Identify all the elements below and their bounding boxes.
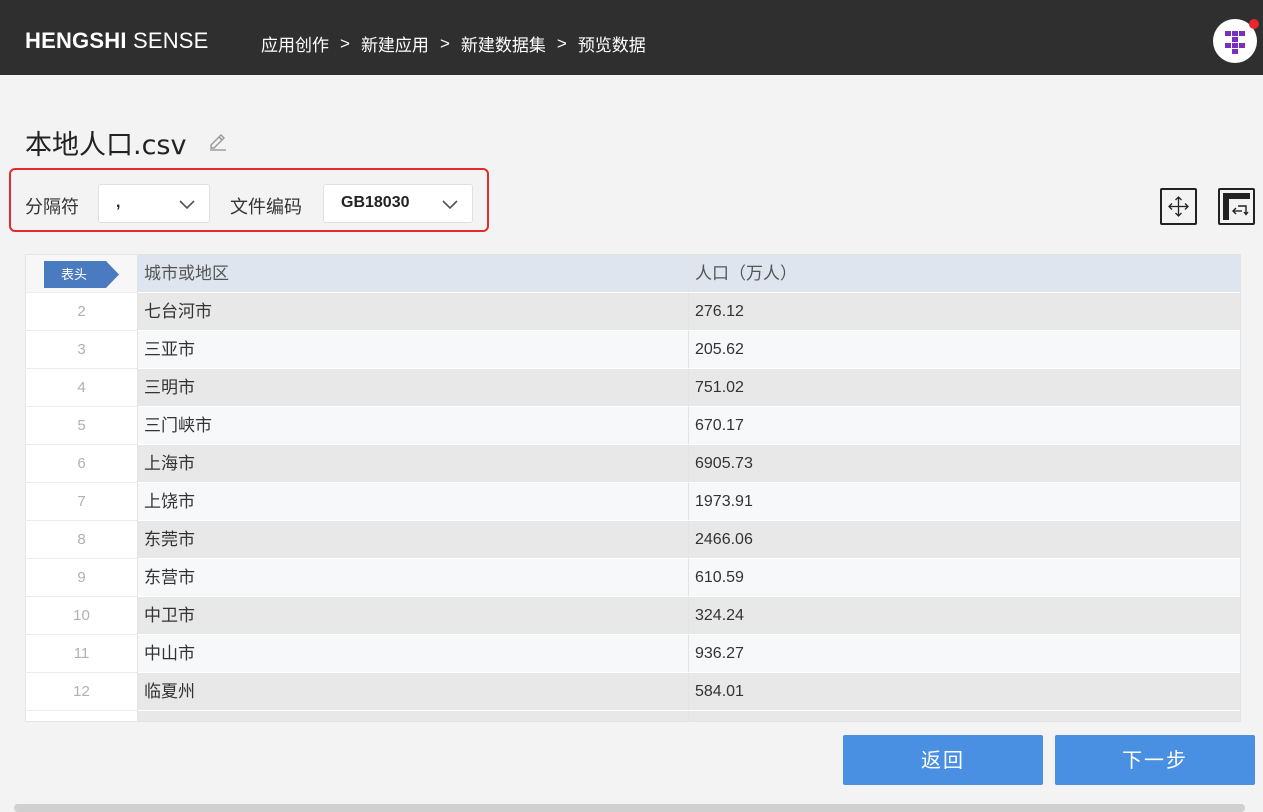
next-button[interactable]: 下一步 — [1055, 735, 1255, 785]
city-cell: 临夏州 — [138, 673, 689, 711]
population-cell: 1973.91 — [689, 483, 1240, 521]
chevron-down-icon — [442, 200, 458, 210]
table-cell-empty — [26, 711, 138, 721]
population-cell: 324.24 — [689, 597, 1240, 635]
breadcrumb: 应用创作 > 新建应用 > 新建数据集 > 预览数据 — [261, 31, 646, 57]
data-preview-table: 表头 城市或地区 人口（万人） 2 七台河市 276.12 3 三亚市 205.62 4 三明… — [25, 254, 1241, 722]
city-cell: 七台河市 — [138, 293, 689, 331]
breadcrumb-separator: > — [556, 33, 567, 53]
back-button[interactable]: 返回 — [843, 735, 1043, 785]
column-header[interactable]: 人口（万人） — [689, 255, 1240, 293]
population-cell: 584.01 — [689, 673, 1240, 711]
population-cell: 610.59 — [689, 559, 1240, 597]
population-cell: 205.62 — [689, 331, 1240, 369]
breadcrumb-item-app-creation[interactable]: 应用创作 — [261, 31, 329, 56]
table-row: 5 三门峡市 670.17 — [26, 407, 1240, 445]
city-cell: 中山市 — [138, 635, 689, 673]
population-cell: 6905.73 — [689, 445, 1240, 483]
notification-dot — [1249, 19, 1259, 29]
column-header[interactable]: 城市或地区 — [138, 255, 689, 293]
table-row: 12 临夏州 584.01 — [26, 673, 1240, 711]
row-number-cell: 3 — [26, 331, 138, 369]
city-cell: 三明市 — [138, 369, 689, 407]
row-number-cell: 9 — [26, 559, 138, 597]
edit-title-icon[interactable] — [207, 129, 229, 151]
table-row: 7 上饶市 1973.91 — [26, 483, 1240, 521]
row-number-cell: 4 — [26, 369, 138, 407]
delimiter-select[interactable]: , — [98, 184, 210, 223]
user-avatar[interactable] — [1213, 19, 1259, 63]
horizontal-scrollbar[interactable] — [14, 804, 1245, 812]
population-cell: 670.17 — [689, 407, 1240, 445]
encoding-label: 文件编码 — [230, 197, 302, 218]
delimiter-label: 分隔符 — [25, 197, 79, 218]
chevron-down-icon — [179, 200, 195, 210]
transpose-icon[interactable] — [1218, 188, 1255, 225]
table-row-partial — [26, 711, 1240, 721]
page-title: 本地人口.csv — [25, 130, 187, 161]
table-row: 3 三亚市 205.62 — [26, 331, 1240, 369]
row-number-cell: 12 — [26, 673, 138, 711]
population-cell: 751.02 — [689, 369, 1240, 407]
city-cell: 东营市 — [138, 559, 689, 597]
encoding-value: GB18030 — [341, 194, 410, 211]
table-header-row: 表头 城市或地区 人口（万人） — [26, 255, 1240, 293]
top-bar: HENGSHI SENSE 应用创作 > 新建应用 > 新建数据集 > 预览数据 — [0, 0, 1263, 75]
header-tag[interactable]: 表头 — [44, 261, 120, 288]
table-cell-empty — [138, 711, 689, 721]
table-row: 10 中卫市 324.24 — [26, 597, 1240, 635]
population-cell: 276.12 — [689, 293, 1240, 331]
delimiter-value: , — [116, 194, 121, 211]
population-cell: 2466.06 — [689, 521, 1240, 559]
city-cell: 东莞市 — [138, 521, 689, 559]
row-number-cell: 2 — [26, 293, 138, 331]
table-row: 11 中山市 936.27 — [26, 635, 1240, 673]
table-row: 4 三明市 751.02 — [26, 369, 1240, 407]
row-number-cell: 10 — [26, 597, 138, 635]
city-cell: 中卫市 — [138, 597, 689, 635]
breadcrumb-separator: > — [439, 33, 450, 53]
header-row-number-cell: 表头 — [26, 255, 138, 293]
table-row: 9 东营市 610.59 — [26, 559, 1240, 597]
row-number-cell: 5 — [26, 407, 138, 445]
row-number-cell: 11 — [26, 635, 138, 673]
row-number-cell: 6 — [26, 445, 138, 483]
breadcrumb-item-preview-data: 预览数据 — [577, 36, 646, 56]
city-cell: 上饶市 — [138, 483, 689, 521]
breadcrumb-separator: > — [340, 33, 350, 53]
population-cell: 936.27 — [689, 635, 1240, 673]
city-cell: 三门峡市 — [138, 407, 689, 445]
expand-icon[interactable] — [1160, 188, 1197, 225]
table-row: 8 东莞市 2466.06 — [26, 521, 1240, 559]
encoding-select[interactable]: GB18030 — [323, 184, 473, 223]
table-row: 6 上海市 6905.73 — [26, 445, 1240, 483]
city-cell: 三亚市 — [138, 331, 689, 369]
row-number-cell: 7 — [26, 483, 138, 521]
breadcrumb-item-new-dataset[interactable]: 新建数据集 — [461, 31, 546, 56]
table-row: 2 七台河市 276.12 — [26, 293, 1240, 331]
breadcrumb-item-new-app[interactable]: 新建应用 — [361, 31, 429, 56]
table-cell-empty — [689, 711, 1240, 721]
row-number-cell: 8 — [26, 521, 138, 559]
header-tag-label: 表头 — [60, 267, 87, 282]
city-cell: 上海市 — [138, 445, 689, 483]
app-logo[interactable]: HENGSHI SENSE — [25, 28, 209, 54]
